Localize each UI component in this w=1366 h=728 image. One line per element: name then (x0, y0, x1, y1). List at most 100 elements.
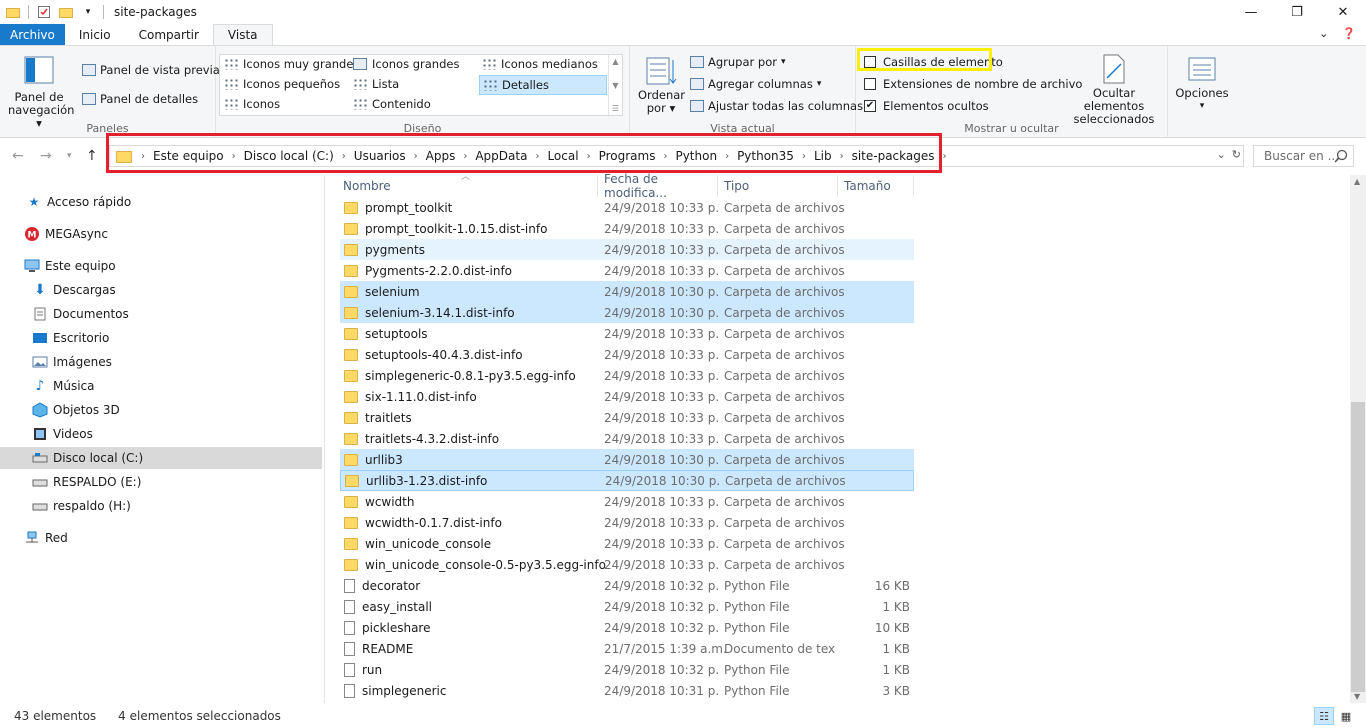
folder-icon (344, 495, 358, 508)
table-row[interactable]: simplegeneric-0.8.1-py3.5.egg-info 24/9/2… (340, 365, 914, 386)
table-row[interactable]: traitlets 24/9/2018 10:33 p. Carpeta de ar… (340, 407, 914, 428)
nav-item-descargas[interactable]: ⬇ Descargas (0, 279, 322, 301)
nav-item-musica[interactable]: ♪ Música (0, 375, 322, 397)
search-input[interactable]: Buscar en ... (1253, 145, 1354, 167)
customize-toolbar-icon[interactable]: ▾ (77, 0, 99, 24)
add-columns-button[interactable]: Agregar columnas ▾ (690, 77, 821, 91)
expand-gallery-icon[interactable]: ☰ (612, 104, 619, 113)
layout-icons[interactable]: Iconos (224, 97, 280, 111)
nav-item-red[interactable]: Red (0, 527, 322, 549)
tab-archivo[interactable]: Archivo (0, 24, 65, 46)
table-row[interactable]: wcwidth 24/9/2018 10:33 p. Carpeta de arch… (340, 491, 914, 512)
large-icons-view-icon[interactable]: ▦ (1336, 707, 1356, 725)
tab-vista[interactable]: Vista (212, 24, 273, 46)
refresh-icon[interactable]: ↻ (1232, 148, 1241, 161)
nav-item-respaldo-e[interactable]: RESPALDO (E:) (0, 471, 322, 493)
table-row[interactable]: wcwidth-0.1.7.dist-info 24/9/2018 10:33 p… (340, 512, 914, 533)
close-button[interactable]: ✕ (1320, 0, 1366, 24)
scroll-up-icon[interactable]: ▲ (612, 57, 618, 66)
table-row[interactable]: urllib3-1.23.dist-info 24/9/2018 10:30 p.… (340, 470, 914, 491)
nav-item-videos[interactable]: Videos (0, 423, 322, 445)
file-name-text: selenium-3.14.1.dist-info (365, 305, 515, 320)
nav-item-acceso-rapido[interactable]: ★ Acceso rápido (0, 191, 322, 213)
properties-icon[interactable] (33, 0, 55, 24)
tab-inicio[interactable]: Inicio (65, 24, 125, 46)
nav-item-disco-local[interactable]: Disco local (C:) (0, 447, 322, 469)
navigation-pane-button[interactable]: Panel de navegación ▾ (8, 56, 74, 130)
layout-label: Iconos muy grandes (243, 57, 360, 71)
nav-item-este-equipo[interactable]: Este equipo (0, 255, 322, 277)
column-header-name[interactable]: Nombre (326, 175, 598, 197)
folder-icon (344, 453, 358, 466)
layout-medium-icons[interactable]: Iconos medianos (482, 57, 598, 71)
layout-details[interactable]: Detalles (479, 75, 607, 95)
column-header-date[interactable]: Fecha de modifica... (598, 172, 718, 200)
layout-list[interactable]: Lista (353, 77, 399, 91)
file-name-text: urllib3 (365, 452, 403, 467)
nav-item-objetos-3d[interactable]: Objetos 3D (0, 399, 322, 421)
table-row[interactable]: prompt_toolkit-1.0.15.dist-info 24/9/2018… (340, 218, 914, 239)
layout-gallery-scroll[interactable]: ▲ ▼ ☰ (608, 55, 622, 115)
table-row[interactable]: urllib3 24/9/2018 10:30 p. Carpeta de arch… (340, 449, 914, 470)
sort-by-button[interactable]: Ordenar por ▾ (638, 56, 685, 115)
hidden-items-checkbox[interactable]: ✔ (864, 100, 876, 112)
table-row[interactable]: easy_install 24/9/2018 10:32 p. Python Fil… (340, 596, 914, 617)
table-row[interactable]: traitlets-4.3.2.dist-info 24/9/2018 10:33… (340, 428, 914, 449)
nav-label: Música (53, 379, 95, 393)
details-pane-button[interactable]: Panel de detalles (82, 92, 198, 106)
table-row[interactable]: pickleshare 24/9/2018 10:32 p. Python File… (340, 617, 914, 638)
layout-large-icons[interactable]: Iconos grandes (353, 57, 459, 71)
tab-compartir[interactable]: Compartir (125, 24, 213, 46)
table-row[interactable]: selenium-3.14.1.dist-info 24/9/2018 10:30… (340, 302, 914, 323)
table-row[interactable]: setuptools 24/9/2018 10:33 p. Carpeta de a… (340, 323, 914, 344)
table-row[interactable]: pygments 24/9/2018 10:33 p. Carpeta de arc… (340, 239, 914, 260)
scroll-down-icon[interactable]: ▼ (1354, 692, 1360, 701)
column-header-size[interactable]: Tamaño (838, 175, 914, 197)
nav-item-respaldo-h[interactable]: respaldo (H:) (0, 495, 322, 517)
table-row[interactable]: Pygments-2.2.0.dist-info 24/9/2018 10:33 … (340, 260, 914, 281)
column-header-type[interactable]: Tipo (718, 175, 838, 197)
up-arrow-icon[interactable]: ↑ (86, 148, 98, 164)
extensions-checkbox[interactable] (864, 78, 876, 90)
table-row[interactable]: win_unicode_console 24/9/2018 10:33 p. Car… (340, 533, 914, 554)
search-icon[interactable] (1334, 149, 1348, 166)
table-row[interactable]: decorator 24/9/2018 10:32 p. Python File 16… (340, 575, 914, 596)
table-row[interactable]: simplegeneric 24/9/2018 10:31 p. Python Fi… (340, 680, 914, 701)
preview-pane-button[interactable]: Panel de vista previa (82, 63, 220, 77)
forward-arrow-icon[interactable]: → (40, 148, 52, 164)
address-history-icon[interactable]: ⌄ (1217, 148, 1226, 161)
table-row[interactable]: prompt_toolkit 24/9/2018 10:33 p. Carpeta … (340, 197, 914, 218)
back-arrow-icon[interactable]: ← (12, 148, 24, 164)
minimize-button[interactable]: — (1228, 0, 1274, 24)
new-folder-icon[interactable] (55, 0, 77, 24)
collapse-ribbon-icon[interactable]: ⌄ (1319, 27, 1328, 40)
table-row[interactable]: README 21/7/2015 1:39 a.m. Documento de te… (340, 638, 914, 659)
details-view-icon[interactable]: ☷ (1314, 707, 1334, 725)
scroll-down-icon[interactable]: ▼ (612, 81, 618, 90)
table-row[interactable]: six-1.11.0.dist-info 24/9/2018 10:33 p. Ca… (340, 386, 914, 407)
nav-item-imagenes[interactable]: Imágenes (0, 351, 322, 373)
table-row[interactable]: run 24/9/2018 10:32 p. Python File 1 KB (340, 659, 914, 680)
nav-item-documentos[interactable]: Documentos (0, 303, 322, 325)
help-icon[interactable]: ❓ (1342, 27, 1356, 40)
table-row[interactable]: win_unicode_console-0.5-py3.5.egg-info 24… (340, 554, 914, 575)
nav-item-escritorio[interactable]: Escritorio (0, 327, 322, 349)
file-date: 24/9/2018 10:33 p. (604, 410, 720, 425)
extensions-toggle[interactable]: Extensiones de nombre de archivo (864, 77, 1082, 91)
file-name: selenium-3.14.1.dist-info (344, 306, 515, 320)
group-by-button[interactable]: Agrupar por ▾ (690, 55, 786, 69)
nav-item-megasync[interactable]: M MEGAsync (0, 223, 322, 245)
table-row[interactable]: selenium 24/9/2018 10:30 p. Carpeta de arc… (340, 281, 914, 302)
fit-columns-button[interactable]: Ajustar todas las columnas (690, 99, 863, 113)
hide-selected-button[interactable]: Ocultar elementos seleccionados (1064, 54, 1164, 126)
recent-locations-icon[interactable]: ▾ (67, 151, 72, 161)
layout-extra-large-icons[interactable]: Iconos muy grandes (224, 57, 359, 71)
layout-content[interactable]: Contenido (353, 97, 431, 111)
scroll-up-icon[interactable]: ▲ (1354, 177, 1360, 186)
layout-small-icons[interactable]: Iconos pequeños (224, 77, 340, 91)
restore-button[interactable]: ❐ (1274, 0, 1320, 24)
scrollbar-thumb[interactable] (1351, 402, 1365, 692)
options-button[interactable]: Opciones ▾ (1172, 56, 1232, 113)
table-row[interactable]: setuptools-40.4.3.dist-info 24/9/2018 10:… (340, 344, 914, 365)
hidden-items-toggle[interactable]: ✔ Elementos ocultos (864, 99, 989, 113)
